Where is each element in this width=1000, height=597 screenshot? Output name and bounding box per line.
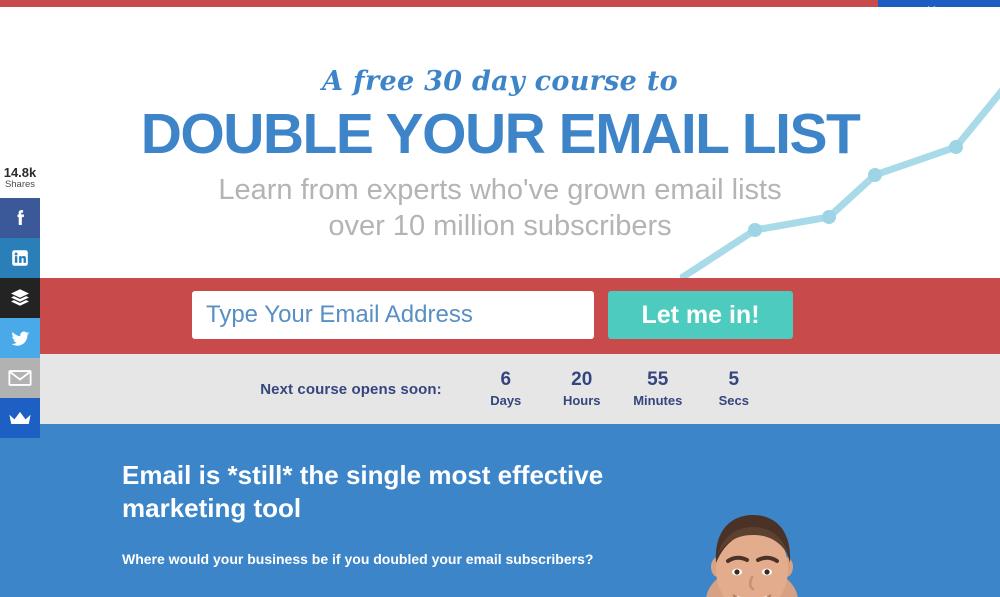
buffer-share-button[interactable] [0,278,40,318]
share-sidebar: 14.8k Shares [0,158,40,438]
benefits-subtitle: Where would your business be if you doub… [122,550,594,567]
twitter-share-button[interactable] [0,318,40,358]
benefits-section: Email is *still* the single most effecti… [0,424,1000,597]
envelope-icon [8,370,32,386]
hero-section: A free 30 day course to DOUBLE YOUR EMAI… [0,7,1000,278]
countdown-seconds-value: 5 [728,369,740,391]
share-count: 14.8k Shares [0,158,40,198]
countdown-seconds: 5 Secs [708,370,760,408]
countdown-hours-value: 20 [571,369,593,391]
countdown-label: Next course opens soon: [260,380,442,398]
countdown-minutes: 55 Minutes [632,370,684,408]
optin-form: Let me in! [192,291,793,339]
linkedin-share-button[interactable] [0,238,40,278]
hero-subhead-line-2: over 10 million subscribers [328,209,672,242]
countdown-days-value: 6 [500,369,512,391]
benefits-title: Email is *still* the single most effecti… [122,460,604,524]
top-accent-bar [0,0,1000,7]
hero-eyebrow: A free 30 day course to [322,66,678,97]
facebook-share-button[interactable] [0,198,40,238]
countdown-band: Next course opens soon: 6 Days 20 Hours … [0,354,1000,424]
share-count-value: 14.8k [3,165,37,181]
countdown-seconds-label: Secs [718,392,749,408]
countdown-hours: 20 Hours [556,370,608,408]
countdown-hours-label: Hours [562,392,601,408]
buffer-icon [11,289,29,306]
countdown-minutes-label: Minutes [633,392,683,408]
facebook-icon [17,210,25,225]
email-share-button[interactable] [0,358,40,398]
countdown-days: 6 Days [480,370,532,408]
hero-subhead-line-1: Learn from experts who've grown email li… [218,174,782,206]
sumome-share-button[interactable] [0,398,40,438]
submit-button[interactable]: Let me in! [608,291,793,339]
countdown-minutes-value: 55 [647,369,669,391]
hero-headline: DOUBLE YOUR EMAIL LIST [140,102,861,166]
countdown-days-label: Days [490,392,522,408]
linkedin-icon [12,250,28,266]
email-input[interactable] [192,291,594,339]
twitter-icon [10,331,29,346]
landing-page: Powered by SumoMe A free 30 day course t… [0,0,1000,597]
crown-icon [9,412,31,424]
share-count-label: Shares [4,178,36,190]
optin-form-band: Let me in! [0,278,1000,354]
instructor-portrait [706,515,798,597]
